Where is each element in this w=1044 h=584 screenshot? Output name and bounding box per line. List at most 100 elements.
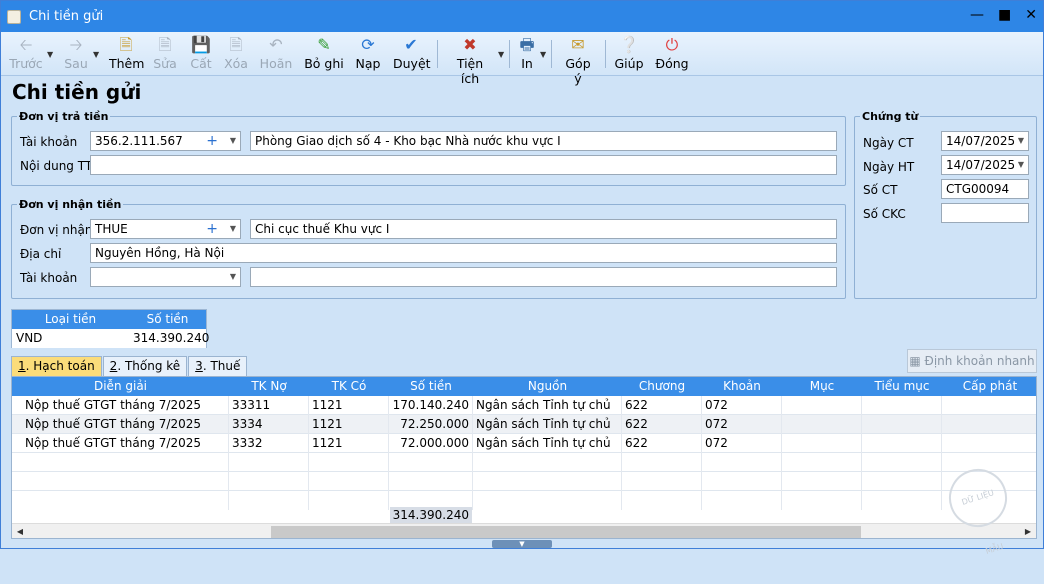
payee-unit-label: Đơn vị nhận <box>20 223 93 237</box>
currency-header: Loại tiền <box>44 312 97 326</box>
col-header-tieu-muc: Tiểu mục <box>874 379 930 393</box>
quick-entry-button[interactable]: ▦ Định khoản nhanh <box>907 349 1037 373</box>
quick-entry-icon: ▦ <box>909 354 925 368</box>
window: Chi tiền gửi — ■ ✕ 🡠 Trước ▼ 🡢 Sau ▼ 🗎 Thêm… <box>0 0 1044 556</box>
tab-thue[interactable]: 3. Thuế <box>188 356 248 376</box>
minimize-icon[interactable]: — <box>970 7 984 23</box>
col-header-khoan: Khoản <box>723 379 761 393</box>
approve-button[interactable]: ✔ Duyệt <box>393 35 431 73</box>
feedback-icon: ✉ <box>571 35 585 54</box>
date-ct-picker[interactable]: 14/07/2025 ▼ <box>941 131 1029 151</box>
prev-button[interactable]: 🡠 Trước <box>9 35 43 73</box>
payer-account-name[interactable]: Phòng Giao dịch số 4 - Kho bạc Nhà nước … <box>250 131 837 151</box>
payee-legend: Đơn vị nhận tiền <box>19 198 122 211</box>
col-header-cap-phat: Cấp phát <box>962 379 1018 393</box>
voucher-legend: Chứng từ <box>862 110 919 123</box>
col-header-tk-co: TK Có <box>331 379 367 393</box>
save-icon: 💾 <box>191 35 211 54</box>
toolbar-separator <box>437 40 438 68</box>
feedback-button[interactable]: ✉ Góp ý <box>561 35 595 87</box>
scroll-right-icon[interactable]: ▶ <box>1021 525 1035 538</box>
utilities-dropdown-icon[interactable]: ▼ <box>498 50 504 59</box>
amount-value[interactable]: 314.390.240 <box>129 329 209 348</box>
utilities-button[interactable]: ✖ Tiện ích <box>447 35 493 87</box>
col-header-dien-giai: Diễn giải <box>93 379 147 393</box>
payee-account-label: Tài khoản <box>20 271 78 285</box>
date-ct-label: Ngày CT <box>863 136 914 150</box>
scroll-left-icon[interactable]: ◀ <box>13 525 27 538</box>
col-header-nguon: Nguồn <box>527 379 568 393</box>
arrow-right-icon: 🡢 <box>69 35 83 54</box>
scrollbar-thumb[interactable] <box>271 526 861 538</box>
splitter-handle[interactable]: ▼ <box>492 540 552 548</box>
print-button[interactable]: 🖶 In <box>515 35 539 73</box>
print-dropdown-icon[interactable]: ▼ <box>540 50 546 59</box>
undo-icon: ↶ <box>269 35 283 54</box>
address-label: Địa chỉ <box>20 247 62 261</box>
payer-legend: Đơn vị trả tiền <box>19 110 109 123</box>
amount-header: Số tiền <box>146 312 189 326</box>
help-button[interactable]: ❔ Giúp <box>614 35 644 73</box>
col-header-tk-no: TK Nợ <box>251 379 287 393</box>
chevron-down-icon[interactable]: ▼ <box>230 272 236 281</box>
prev-dropdown-icon[interactable]: ▼ <box>47 50 53 59</box>
currency-table: Loại tiền Số tiền VND 314.390.240 <box>11 309 209 348</box>
tab-strip: 1. Hạch toán 2. Thống kê 3. Thuế <box>11 356 248 376</box>
next-button[interactable]: 🡢 Sau <box>61 35 91 73</box>
maximize-icon[interactable]: ■ <box>998 7 1011 23</box>
printer-icon: 🖶 <box>519 35 535 54</box>
col-header-muc: Mục <box>809 379 835 393</box>
reload-button[interactable]: ⟳ Nạp <box>354 35 382 73</box>
currency-value[interactable]: VND <box>12 329 129 348</box>
close-button[interactable]: ⏻ Đóng <box>655 35 689 73</box>
empty-row[interactable] <box>12 453 1036 472</box>
close-icon[interactable]: ✕ <box>1025 7 1037 23</box>
so-ct-label: Số CT <box>863 183 898 197</box>
unpost-button[interactable]: ✎ Bỏ ghi <box>304 35 344 73</box>
payee-unit-name[interactable]: Chi cục thuế Khu vực I <box>250 219 837 239</box>
check-icon: ✔ <box>404 35 418 54</box>
next-dropdown-icon[interactable]: ▼ <box>93 50 99 59</box>
app-icon <box>7 9 21 24</box>
edit-button[interactable]: 🗎 Sửa <box>151 35 179 73</box>
tab-thong-ke[interactable]: 2. Thống kê <box>102 356 188 376</box>
payer-account-combo[interactable]: 356.2.111.567 + ▼ <box>90 131 241 151</box>
delete-button[interactable]: 🗎 Xóa <box>221 35 251 73</box>
delete-document-icon: 🗎 <box>229 35 243 54</box>
col-header-so-tien: Số tiền <box>410 379 452 393</box>
chevron-down-icon: ▼ <box>519 540 525 548</box>
grid-header: Diễn giải TK Nợ TK Có Số tiền Nguồn Chươ… <box>12 377 1036 396</box>
chevron-down-icon[interactable]: ▼ <box>230 224 236 233</box>
chevron-down-icon[interactable]: ▼ <box>1018 160 1024 169</box>
col-header-chuong: Chương <box>638 379 686 393</box>
accounting-grid: Diễn giải TK Nợ TK Có Số tiền Nguồn Chươ… <box>11 376 1037 539</box>
empty-row[interactable] <box>12 472 1036 491</box>
empty-row[interactable] <box>12 491 1036 510</box>
payee-account-combo[interactable]: ▼ <box>90 267 241 287</box>
add-button[interactable]: 🗎 Thêm <box>109 35 144 73</box>
address-input[interactable]: Nguyên Hồng, Hà Nội <box>90 243 837 263</box>
add-icon[interactable]: + <box>206 132 218 150</box>
chevron-down-icon[interactable]: ▼ <box>230 136 236 145</box>
so-ct-input[interactable]: CTG00094 <box>941 179 1029 199</box>
toolbar: 🡠 Trước ▼ 🡢 Sau ▼ 🗎 Thêm 🗎 Sửa 💾 Cất 🗎 Xóa ↶ Ho… <box>1 32 1043 87</box>
so-ckc-input[interactable] <box>941 203 1029 223</box>
table-row[interactable]: Nộp thuế GTGT tháng 7/2025 3334 1121 72.… <box>12 415 1036 434</box>
table-row[interactable]: Nộp thuế GTGT tháng 7/2025 33311 1121 17… <box>12 396 1036 415</box>
save-button[interactable]: 💾 Cất <box>187 35 215 73</box>
date-ht-picker[interactable]: 14/07/2025 ▼ <box>941 155 1029 175</box>
payer-account-label: Tài khoản <box>20 135 78 149</box>
payee-unit-combo[interactable]: THUE + ▼ <box>90 219 241 239</box>
chevron-down-icon[interactable]: ▼ <box>1018 136 1024 145</box>
payment-content-input[interactable] <box>90 155 837 175</box>
date-ht-label: Ngày HT <box>863 160 915 174</box>
toolbar-separator <box>509 40 510 68</box>
payee-account-name[interactable] <box>250 267 837 287</box>
refresh-icon: ⟳ <box>361 35 375 54</box>
add-icon[interactable]: + <box>206 220 218 238</box>
tab-hach-toan[interactable]: 1. Hạch toán <box>11 356 102 376</box>
defer-button[interactable]: ↶ Hoãn <box>259 35 293 73</box>
horizontal-scrollbar[interactable]: ◀ ▶ <box>12 523 1036 538</box>
table-row[interactable]: Nộp thuế GTGT tháng 7/2025 3332 1121 72.… <box>12 434 1036 453</box>
new-document-icon: 🗎 <box>119 35 133 54</box>
